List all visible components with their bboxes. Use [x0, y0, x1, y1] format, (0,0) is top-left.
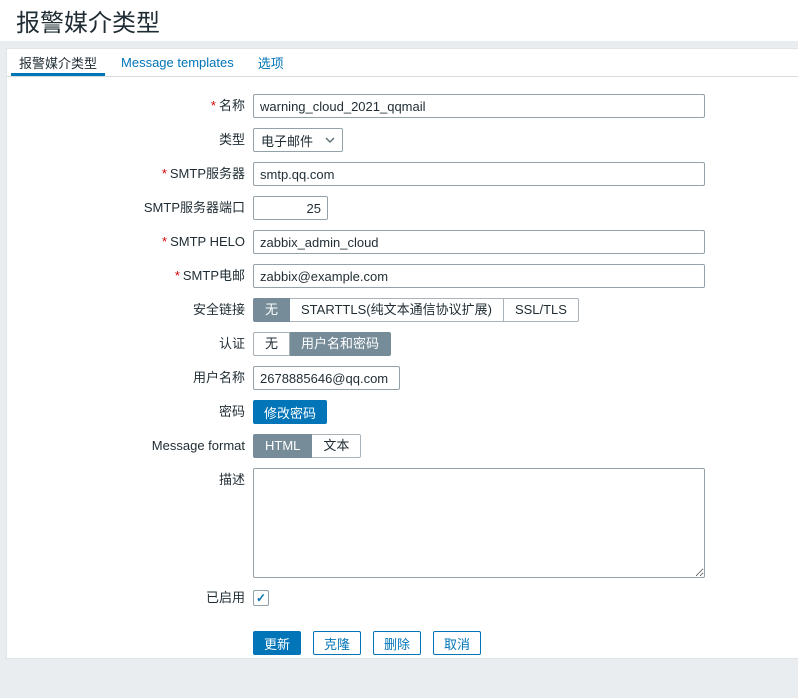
type-label-text: 类型: [219, 132, 245, 147]
required-marker: *: [211, 98, 216, 113]
password-label: 密码: [7, 400, 253, 424]
form-row-description: 描述: [7, 468, 798, 578]
smtp-port-label-text: SMTP服务器端口: [144, 200, 245, 215]
password-label-text: 密码: [219, 404, 245, 419]
form-row-actions: 更新 克隆 删除 取消: [7, 631, 798, 655]
name-label-text: 名称: [219, 98, 245, 113]
cancel-button[interactable]: 取消: [433, 631, 481, 655]
form-row-password: 密码 修改密码: [7, 400, 798, 424]
enabled-checkbox[interactable]: ✓: [253, 590, 269, 606]
tabbar: 报警媒介类型 Message templates 选项: [7, 49, 798, 77]
auth-option-none[interactable]: 无: [253, 332, 290, 356]
form-row-message-format: Message format HTML 文本: [7, 434, 798, 458]
required-marker: *: [162, 234, 167, 249]
type-select-value: 电子邮件: [261, 131, 313, 150]
smtp-email-input[interactable]: [253, 264, 705, 288]
security-label-text: 安全链接: [193, 302, 245, 317]
smtp-email-label: *SMTP电邮: [7, 264, 253, 288]
form-row-name: *名称: [7, 94, 798, 118]
media-type-form: *名称 类型 电子邮件 *SMTP服务器 SMTP服务器端口: [7, 77, 798, 655]
description-textarea[interactable]: [253, 468, 705, 578]
form-row-enabled: 已启用 ✓: [7, 586, 798, 610]
page-title: 报警媒介类型: [16, 3, 160, 38]
form-row-type: 类型 电子邮件: [7, 128, 798, 152]
description-label: 描述: [7, 468, 253, 578]
update-button[interactable]: 更新: [253, 631, 301, 655]
required-marker: *: [162, 166, 167, 181]
auth-option-userpass[interactable]: 用户名和密码: [290, 332, 391, 356]
enabled-label-text: 已启用: [206, 590, 245, 605]
name-label: *名称: [7, 94, 253, 118]
page-header: 报警媒介类型: [0, 0, 798, 41]
security-option-none[interactable]: 无: [253, 298, 290, 322]
form-row-smtp-server: *SMTP服务器: [7, 162, 798, 186]
checkmark-icon: ✓: [256, 591, 266, 605]
form-row-smtp-email: *SMTP电邮: [7, 264, 798, 288]
delete-button[interactable]: 删除: [373, 631, 421, 655]
auth-label: 认证: [7, 332, 253, 356]
smtp-helo-label: *SMTP HELO: [7, 230, 253, 254]
smtp-port-label: SMTP服务器端口: [7, 196, 253, 220]
form-row-security: 安全链接 无 STARTTLS(纯文本通信协议扩展) SSL/TLS: [7, 298, 798, 322]
name-input[interactable]: [253, 94, 705, 118]
smtp-email-label-text: SMTP电邮: [183, 268, 245, 283]
security-segmented-control: 无 STARTTLS(纯文本通信协议扩展) SSL/TLS: [253, 298, 579, 322]
smtp-server-input[interactable]: [253, 162, 705, 186]
enabled-label: 已启用: [7, 586, 253, 610]
smtp-helo-input[interactable]: [253, 230, 705, 254]
security-option-starttls[interactable]: STARTTLS(纯文本通信协议扩展): [290, 298, 504, 322]
form-row-smtp-helo: *SMTP HELO: [7, 230, 798, 254]
auth-segmented-control: 无 用户名和密码: [253, 332, 391, 356]
auth-label-text: 认证: [219, 336, 245, 351]
type-label: 类型: [7, 128, 253, 152]
smtp-server-label: *SMTP服务器: [7, 162, 253, 186]
username-label: 用户名称: [7, 366, 253, 390]
message-format-option-html[interactable]: HTML: [253, 434, 312, 458]
chevron-down-icon: [325, 137, 335, 143]
message-format-label: Message format: [7, 434, 253, 458]
form-row-username: 用户名称: [7, 366, 798, 390]
tab-options[interactable]: 选项: [250, 49, 292, 76]
form-row-smtp-port: SMTP服务器端口: [7, 196, 798, 220]
security-option-ssltls[interactable]: SSL/TLS: [504, 298, 579, 322]
message-format-option-text[interactable]: 文本: [312, 434, 361, 458]
username-label-text: 用户名称: [193, 370, 245, 385]
description-label-text: 描述: [219, 472, 245, 487]
smtp-server-label-text: SMTP服务器: [170, 166, 245, 181]
message-format-label-text: Message format: [152, 438, 245, 453]
smtp-helo-label-text: SMTP HELO: [170, 234, 245, 249]
clone-button[interactable]: 克隆: [313, 631, 361, 655]
smtp-port-input[interactable]: [253, 196, 328, 220]
security-label: 安全链接: [7, 298, 253, 322]
type-select[interactable]: 电子邮件: [253, 128, 343, 152]
required-marker: *: [175, 268, 180, 283]
tab-message-templates[interactable]: Message templates: [113, 49, 242, 76]
form-row-auth: 认证 无 用户名和密码: [7, 332, 798, 356]
change-password-button[interactable]: 修改密码: [253, 400, 327, 424]
message-format-segmented-control: HTML 文本: [253, 434, 361, 458]
media-type-form-card: 报警媒介类型 Message templates 选项 *名称 类型 电子邮件 …: [6, 48, 798, 659]
username-input[interactable]: [253, 366, 400, 390]
tab-media-type[interactable]: 报警媒介类型: [11, 49, 105, 76]
